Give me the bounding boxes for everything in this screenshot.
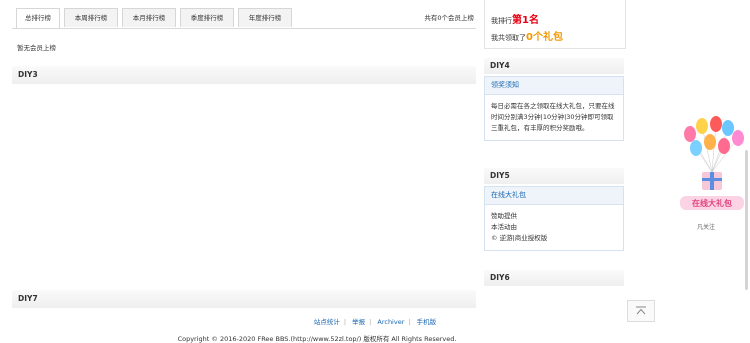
diy4-section: DIY4 领奖须知 每日必需在各之领取在线大礼包，只要在线时间分别满3分钟|10…: [484, 58, 624, 141]
my-gift-count: 我共领取了0个礼包: [491, 28, 563, 43]
gift-title: 在线大礼包: [485, 187, 623, 205]
tab-weekly-ranking[interactable]: 本周排行榜: [64, 8, 118, 27]
diy5-header: DIY5: [484, 168, 624, 184]
diy6-header: DIY6: [484, 270, 624, 286]
gift-banner-text: 在线大礼包: [692, 198, 732, 208]
my-rank-box: 我排行第1名 我共领取了0个礼包: [484, 0, 626, 49]
ranking-tabs: 总排行榜 本周排行榜 本月排行榜 季度排行榜 年度排行榜 共有0个会员上榜: [12, 8, 476, 29]
diy3-header: DIY3: [12, 66, 476, 84]
gift-body: 赞助提供 本活动由 © 逆游|商业授权版: [485, 205, 623, 250]
balloon-gift-icon: 在线大礼包: [680, 116, 744, 210]
diy3-area: [12, 84, 476, 290]
notice-box: 领奖须知 每日必需在各之领取在线大礼包，只要在线时间分别满3分钟|10分钟|30…: [484, 76, 624, 141]
back-to-top-icon: [636, 306, 646, 315]
footer-link-stats[interactable]: 站点统计: [314, 318, 340, 326]
page-scrollbar[interactable]: [745, 150, 748, 290]
notice-title: 领奖须知: [485, 77, 623, 95]
notice-body: 每日必需在各之领取在线大礼包，只要在线时间分别满3分钟|10分钟|30分钟即可领…: [491, 102, 615, 132]
diy5-section: DIY5 在线大礼包 赞助提供 本活动由 © 逆游|商业授权版: [484, 168, 624, 251]
my-gift-label: 我共领取了: [491, 34, 526, 42]
gift-line-sponsor: 赞助提供: [491, 212, 517, 220]
diy7-header: DIY7: [12, 290, 476, 308]
footer-link-mobile[interactable]: 手机版: [417, 318, 437, 326]
tab-quarterly-ranking[interactable]: 季度排行榜: [180, 8, 234, 27]
empty-message: 暂无会员上榜: [17, 44, 56, 52]
diy4-header: DIY4: [484, 58, 624, 74]
gift-box: 在线大礼包 赞助提供 本活动由 © 逆游|商业授权版: [484, 186, 624, 251]
online-gift-widget[interactable]: 在线大礼包: [676, 112, 748, 220]
my-rank-label: 我排行: [491, 17, 512, 25]
tab-monthly-ranking[interactable]: 本月排行榜: [122, 8, 176, 27]
gift-line-license: © 逆游|商业授权版: [491, 234, 548, 242]
my-rank-value: 第1名: [512, 15, 539, 26]
my-rank: 我排行第1名: [491, 11, 539, 26]
footer-link-report[interactable]: 举报: [352, 318, 365, 326]
gift-widget-label[interactable]: 凡关注: [697, 222, 715, 231]
my-gift-value: 0个礼包: [526, 32, 563, 43]
copyright: Copyright © 2016-2020 FRee BBS.(http://w…: [177, 335, 457, 343]
member-count: 共有0个会员上榜: [424, 14, 474, 22]
gift-line-activity: 本活动由: [491, 223, 517, 231]
tab-total-ranking[interactable]: 总排行榜: [16, 8, 60, 28]
tab-yearly-ranking[interactable]: 年度排行榜: [238, 8, 292, 27]
footer-link-archiver[interactable]: Archiver: [377, 318, 404, 326]
footer-links: 站点统计 | 举报 | Archiver | 手机版: [313, 318, 437, 326]
